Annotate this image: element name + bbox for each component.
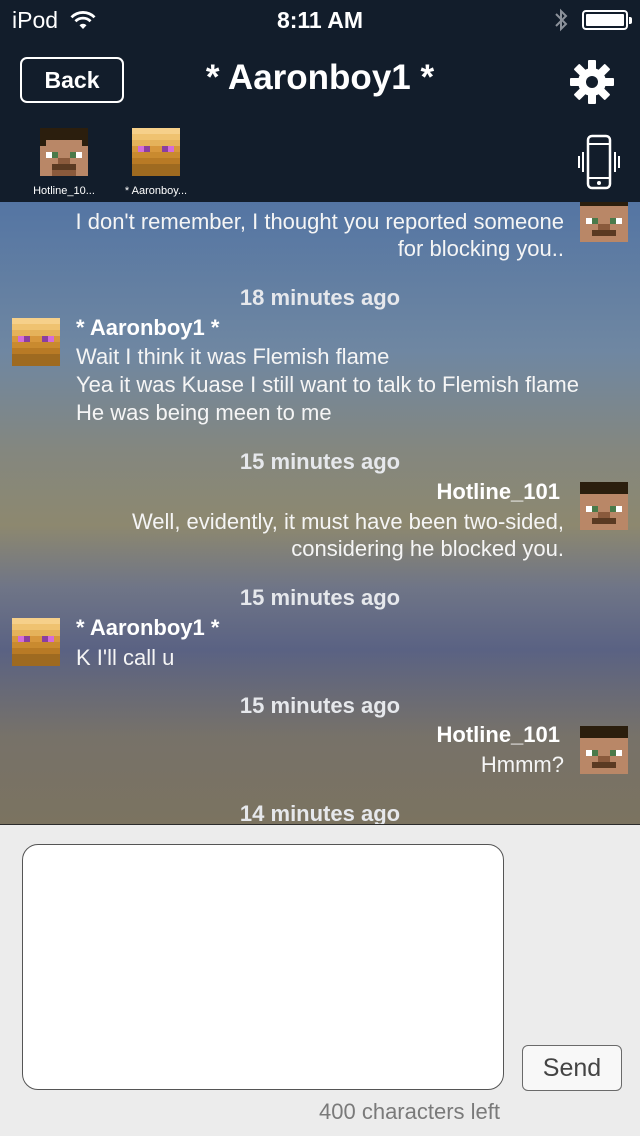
steve-head-avatar [580, 202, 628, 242]
bluetooth-icon [555, 8, 568, 32]
message-line: Hmmm? [480, 752, 564, 777]
chat-transcript[interactable]: I don't remember, I thought you reported… [0, 202, 640, 824]
vibrate-phone-icon[interactable] [576, 134, 622, 190]
back-button[interactable]: Back [20, 57, 124, 103]
message-line: Wait I think it was Flemish flame [76, 344, 390, 369]
status-bar: iPod 8:11 AM [0, 0, 640, 40]
block-head-avatar [12, 618, 60, 666]
message-line: Yea it was Kuase I still want to talk to… [76, 372, 579, 397]
message-line: I don't remember, I thought you reported… [75, 209, 565, 234]
participant-aaronboy[interactable]: * Aaronboy... [101, 128, 211, 197]
block-head-avatar [132, 128, 180, 176]
message-line: K I'll call u [76, 645, 175, 670]
message-sender: Hotline_101 [436, 479, 561, 504]
composer: Send 400 characters left [0, 824, 640, 1136]
message-sender: Hotline_101 [436, 722, 561, 747]
message-sender: * Aaronboy1 * [76, 615, 220, 640]
message-timestamp: 15 minutes ago [239, 449, 401, 474]
message-line: He was being meen to me [76, 400, 332, 425]
header: iPod 8:11 AM Back * Aaronboy1 * Hotline_… [0, 0, 640, 202]
participant-label: * Aaronboy... [124, 185, 188, 197]
message-input[interactable] [22, 844, 504, 1090]
message-line: considering he blocked you. [291, 536, 564, 561]
participant-strip: Hotline_10... * Aaronboy... [0, 128, 640, 198]
status-time: 8:11 AM [276, 7, 364, 33]
message-sender: * Aaronboy1 * [76, 315, 220, 340]
message-line: for blocking you.. [397, 236, 564, 261]
gear-icon[interactable] [568, 58, 616, 106]
steve-head-avatar [580, 726, 628, 774]
message-timestamp: 14 minutes ago [239, 801, 401, 824]
page-title: * Aaronboy1 * [205, 58, 435, 97]
steve-head-avatar [40, 128, 88, 176]
nav-bar: Back * Aaronboy1 * [0, 52, 640, 112]
send-button[interactable]: Send [522, 1045, 622, 1091]
message-timestamp: 15 minutes ago [239, 693, 401, 718]
characters-left-label: 400 characters left [319, 1099, 500, 1124]
message-timestamp: 15 minutes ago [239, 585, 401, 610]
message-timestamp: 18 minutes ago [239, 285, 401, 310]
battery-icon [582, 10, 632, 30]
block-head-avatar [12, 318, 60, 366]
steve-head-avatar [580, 482, 628, 530]
message-line: Well, evidently, it must have been two-s… [131, 509, 564, 534]
